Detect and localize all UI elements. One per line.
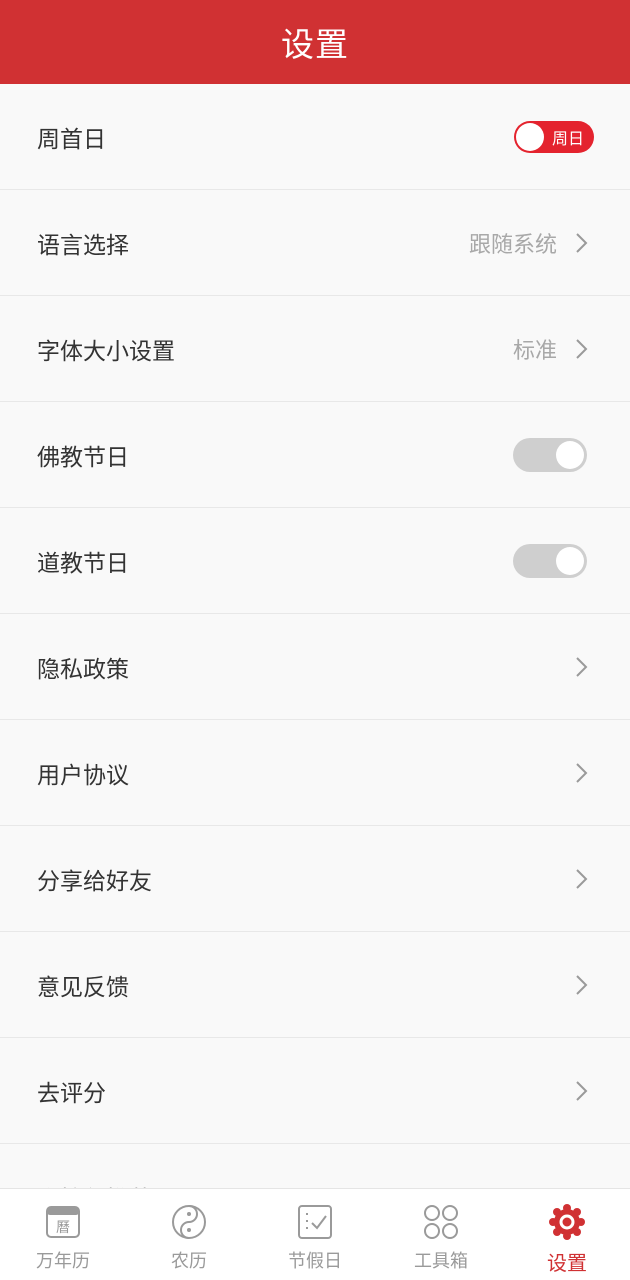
buddhist-holidays-toggle[interactable]: [513, 437, 587, 472]
toggle-knob: [516, 122, 544, 151]
toggle-label: 周日: [551, 128, 584, 148]
settings-row-label: 周首日: [37, 126, 106, 153]
settings-row-privacy-policy[interactable]: 隐私政策: [0, 614, 630, 720]
settings-row-taoist-holidays[interactable]: 道教节日: [0, 508, 630, 614]
chevron-right-icon: [576, 974, 588, 995]
settings-row-rate[interactable]: 去评分: [0, 1038, 630, 1144]
toggle-knob: [556, 546, 584, 575]
tab-holidays[interactable]: 节假日: [252, 1189, 378, 1280]
settings-row-personalized-recommend[interactable]: 个性化推荐: [0, 1144, 630, 1188]
tab-label: 设置: [547, 1251, 587, 1275]
settings-row-share[interactable]: 分享给好友: [0, 826, 630, 932]
font-size-value: 标准: [512, 338, 557, 364]
settings-row-user-agreement[interactable]: 用户协议: [0, 720, 630, 826]
settings-row-week-start[interactable]: 周首日 周日: [0, 84, 630, 190]
page-title: 设置: [281, 25, 349, 64]
settings-list: 周首日 周日 语言选择 跟随系统 字体大小设置 标准 佛教节日 道教节日 隐私政…: [0, 84, 630, 1188]
chevron-right-icon: [576, 762, 588, 783]
yin-yang-icon: [172, 1205, 206, 1239]
settings-row-label: 个性化推荐: [37, 1180, 593, 1189]
settings-row-label: 用户协议: [37, 762, 129, 789]
settings-gear-icon: [549, 1204, 585, 1240]
settings-row-buddhist-holidays[interactable]: 佛教节日: [0, 402, 630, 508]
tab-settings[interactable]: 设置: [504, 1189, 630, 1280]
bottom-tab-bar: 曆 万年历 农历 节假日 工具箱 设置: [0, 1188, 630, 1280]
settings-row-label: 意见反馈: [37, 974, 129, 1001]
tab-toolbox[interactable]: 工具箱: [378, 1189, 504, 1280]
tab-calendar[interactable]: 曆 万年历: [0, 1189, 126, 1280]
taoist-holidays-toggle[interactable]: [513, 543, 587, 578]
calendar-icon: 曆: [46, 1206, 80, 1238]
settings-row-feedback[interactable]: 意见反馈: [0, 932, 630, 1038]
chevron-right-icon: [576, 1080, 588, 1101]
settings-row-language[interactable]: 语言选择 跟随系统: [0, 190, 630, 296]
tab-label: 万年历: [36, 1251, 90, 1272]
tab-lunar[interactable]: 农历: [126, 1189, 252, 1280]
holiday-check-icon: [298, 1205, 332, 1239]
chevron-right-icon: [576, 338, 588, 359]
top-bar: 设置: [0, 0, 630, 84]
tab-label: 工具箱: [414, 1251, 468, 1272]
chevron-right-icon: [576, 656, 588, 677]
settings-row-font-size[interactable]: 字体大小设置 标准: [0, 296, 630, 402]
tab-label: 节假日: [288, 1251, 342, 1272]
chevron-right-icon: [576, 868, 588, 889]
settings-row-label: 隐私政策: [37, 656, 129, 683]
toggle-knob: [556, 440, 584, 469]
settings-row-label: 分享给好友: [37, 868, 152, 895]
week-start-toggle[interactable]: 周日: [514, 120, 594, 153]
settings-row-label: 语言选择: [37, 232, 129, 259]
settings-row-label: 佛教节日: [37, 444, 129, 471]
chevron-right-icon: [576, 232, 588, 253]
toolbox-grid-icon: [424, 1205, 458, 1239]
calendar-glyph: 曆: [56, 1220, 70, 1236]
language-value: 跟随系统: [468, 232, 557, 258]
tab-label: 农历: [171, 1251, 207, 1272]
settings-row-label: 去评分: [37, 1080, 106, 1107]
settings-row-label: 字体大小设置: [37, 338, 175, 365]
settings-row-label: 道教节日: [37, 550, 129, 577]
